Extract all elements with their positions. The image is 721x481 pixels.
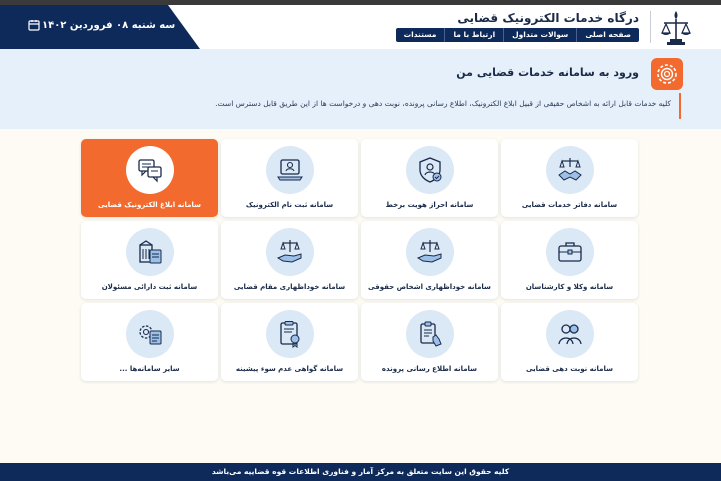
site-header: سه شنبه ۰۸ فروردین ۱۴۰۲ درگاه خدمات الکت… [0, 5, 721, 49]
login-banner: ورود به سامانه خدمات قضایی من کلیه خدمات… [0, 49, 721, 129]
nav-contact[interactable]: ارتباط با ما [444, 28, 503, 42]
banner-accent-bar [679, 93, 681, 119]
hand-scales-icon [416, 240, 441, 263]
banner-badge[interactable] [651, 58, 683, 90]
judiciary-emblem-icon [661, 11, 691, 45]
service-card-other-systems[interactable]: سایر سامانه‌ها ... [81, 303, 218, 381]
icon-circle [405, 228, 454, 276]
service-card-case-information[interactable]: سامانه اطلاع رسانی پرونده [361, 303, 498, 381]
icon-circle [545, 310, 594, 358]
fingerprint-gear-icon [657, 64, 677, 84]
icon-circle [545, 228, 594, 276]
service-card-judicial-officials[interactable]: سامانه خوداظهاری مقام قضایی [221, 221, 358, 299]
users-icon [557, 324, 582, 345]
service-label: سامانه ثبت نام الکترونیک [245, 201, 334, 209]
site-footer: کلیه حقوق این سایت متعلق به مرکز آمار و … [0, 463, 721, 481]
banner-title: ورود به سامانه خدمات قضایی من [456, 66, 639, 79]
icon-circle [125, 228, 174, 276]
icon-circle [405, 146, 454, 194]
service-label: سامانه خوداظهاری اشخاص حقوقی [368, 283, 491, 291]
service-label: سامانه دفاتر خدمات قضایی [521, 201, 618, 209]
service-card-legal-entities[interactable]: سامانه خوداظهاری اشخاص حقوقی [361, 221, 498, 299]
icon-circle [405, 310, 454, 358]
main-nav: صفحه اصلی سوالات متداول ارتباط با ما مست… [395, 28, 639, 42]
nav-home[interactable]: صفحه اصلی [576, 28, 639, 42]
laptop-user-icon [276, 159, 303, 181]
nav-docs[interactable]: مستندات [396, 28, 445, 42]
certificate-icon [279, 321, 299, 348]
service-label: سامانه ثبت دارائی مسئولان [101, 283, 198, 291]
service-label: سامانه نوبت دهی قضایی [525, 365, 614, 373]
header-divider [650, 11, 651, 43]
shield-user-icon [418, 157, 441, 183]
service-label: سامانه ابلاغ الکترونیک قضایی [98, 201, 201, 209]
icon-circle [265, 228, 314, 276]
service-label: سایر سامانه‌ها ... [119, 365, 180, 373]
chat-bubbles-icon [137, 159, 162, 183]
nav-faq[interactable]: سوالات متداول [503, 28, 576, 42]
service-label: سامانه وکلا و کارشناسان [525, 283, 614, 291]
date-panel: سه شنبه ۰۸ فروردین ۱۴۰۲ [0, 5, 200, 49]
building-document-icon [138, 240, 161, 264]
service-card-officials-assets[interactable]: سامانه ثبت دارائی مسئولان [81, 221, 218, 299]
service-card-criminal-record[interactable]: سامانه گواهی عدم سوء پیشینه [221, 303, 358, 381]
handshake-scales-icon [557, 158, 582, 181]
current-date: سه شنبه ۰۸ فروردین ۱۴۰۲ [42, 20, 176, 31]
gear-document-icon [138, 325, 161, 345]
clipboard-hand-icon [419, 321, 442, 347]
service-label: سامانه خوداظهاری مقام قضایی [233, 283, 346, 291]
icon-circle [125, 310, 174, 358]
service-label: سامانه احراز هویت برخط [385, 201, 474, 209]
briefcase-icon [557, 242, 582, 262]
service-card-lawyers-experts[interactable]: سامانه وکلا و کارشناسان [501, 221, 638, 299]
service-label: سامانه گواهی عدم سوء پیشینه [235, 365, 344, 373]
icon-circle [545, 146, 594, 194]
hand-scales-icon [276, 240, 301, 263]
service-card-appointments[interactable]: سامانه نوبت دهی قضایی [501, 303, 638, 381]
services-grid: سامانه دفاتر خدمات قضایی سامانه احراز هو… [81, 139, 638, 382]
banner-description: کلیه خدمات قابل ارائه به اشخاص حقیقی از … [215, 99, 671, 108]
site-title: درگاه خدمات الکترونیک قضایی [457, 11, 639, 25]
service-card-e-notification[interactable]: سامانه ابلاغ الکترونیک قضایی [81, 139, 218, 217]
service-card-judicial-offices[interactable]: سامانه دفاتر خدمات قضایی [501, 139, 638, 217]
icon-circle [265, 310, 314, 358]
service-label: سامانه اطلاع رسانی پرونده [381, 365, 478, 373]
icon-circle [265, 146, 314, 194]
service-card-e-registration[interactable]: سامانه ثبت نام الکترونیک [221, 139, 358, 217]
icon-circle [125, 146, 174, 194]
service-card-online-identity[interactable]: سامانه احراز هویت برخط [361, 139, 498, 217]
calendar-icon [28, 20, 40, 31]
